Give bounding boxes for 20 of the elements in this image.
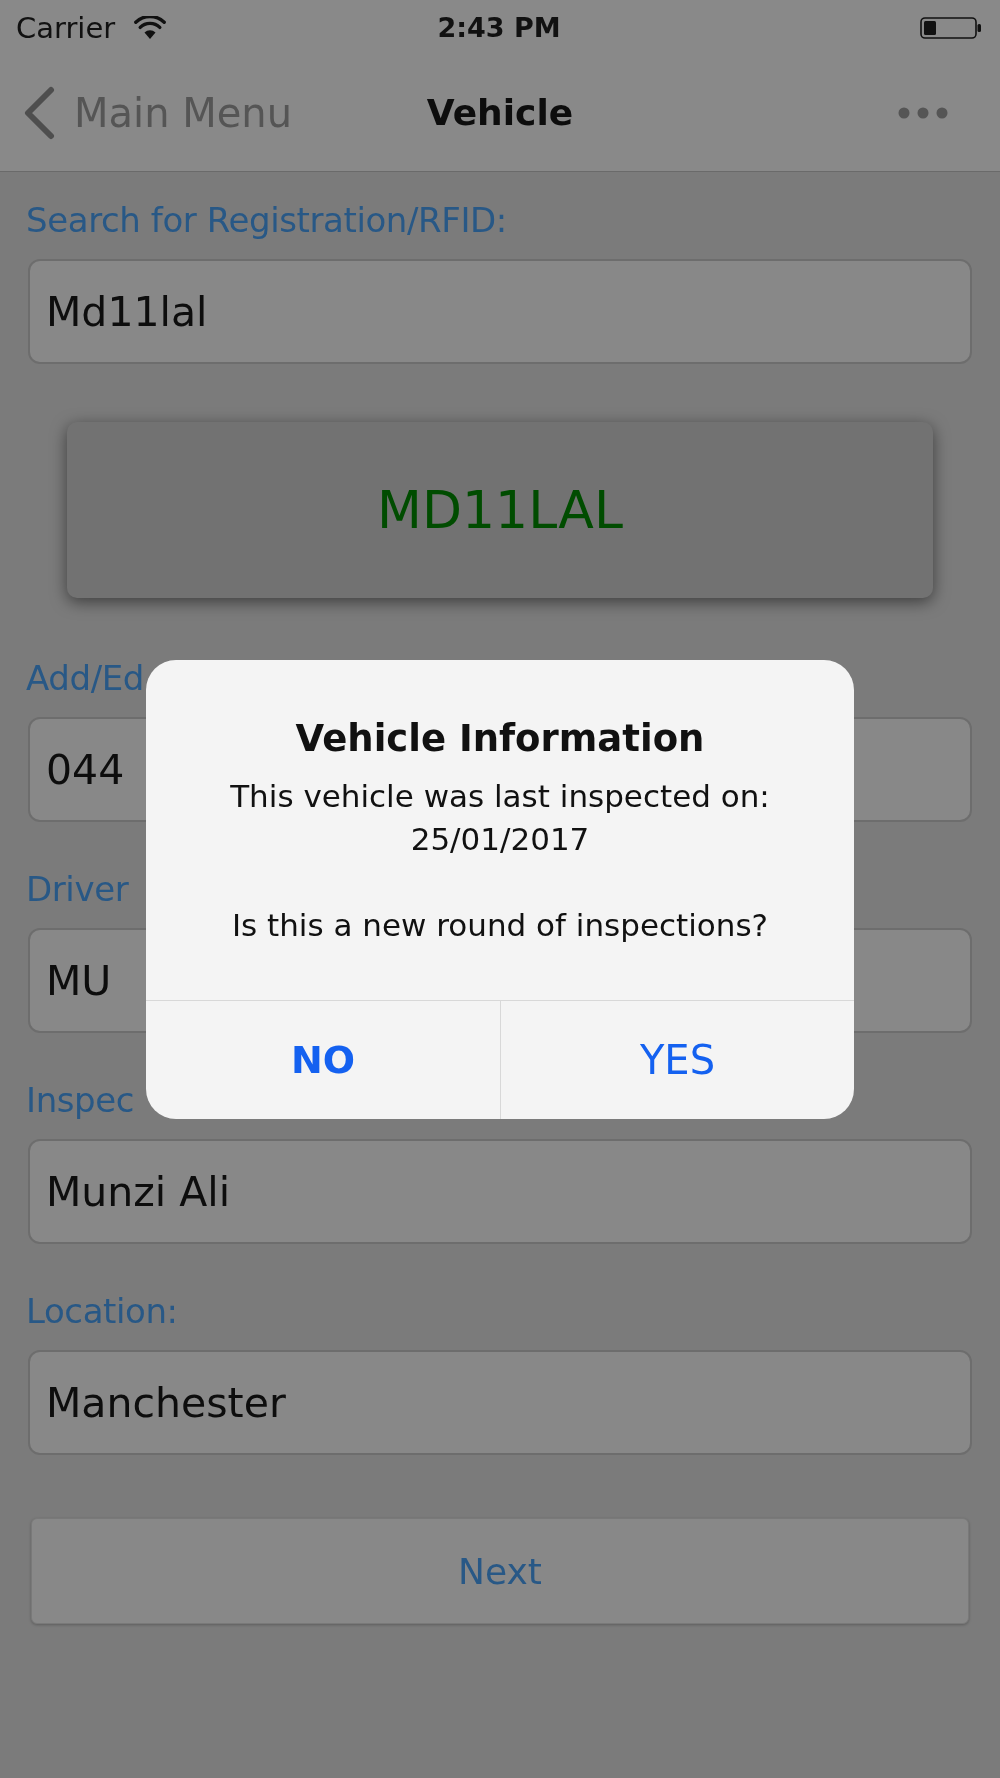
registration-plate: MD11LAL	[67, 422, 933, 598]
carrier-label: Carrier	[16, 10, 116, 45]
screen-title: Vehicle	[426, 91, 574, 135]
alert-button[interactable]: NO	[146, 1001, 500, 1119]
field-label: Add/Ed	[26, 658, 144, 698]
text-field[interactable]: Manchester	[28, 1350, 972, 1455]
field-label: Inspec	[26, 1080, 135, 1120]
alert-message: This vehicle was last inspected on: 25/01/2017 Is this a new round of inspections?	[229, 777, 771, 945]
field-label: Location:	[26, 1291, 178, 1331]
alert-title: Vehicle Information	[294, 716, 706, 762]
battery-icon	[920, 16, 982, 39]
alert-button[interactable]: YES	[500, 1001, 854, 1119]
clock-time: 2:43 PM	[437, 10, 561, 45]
field-label: Search for Registration/RFID:	[26, 200, 507, 240]
text-field[interactable]: Munzi Ali	[28, 1139, 972, 1244]
more-icon[interactable]	[898, 107, 948, 119]
field-label: Driver	[26, 869, 129, 909]
chevron-left-icon	[22, 86, 56, 140]
wifi-icon	[134, 15, 167, 40]
text-field[interactable]: Md11lal	[28, 259, 972, 364]
